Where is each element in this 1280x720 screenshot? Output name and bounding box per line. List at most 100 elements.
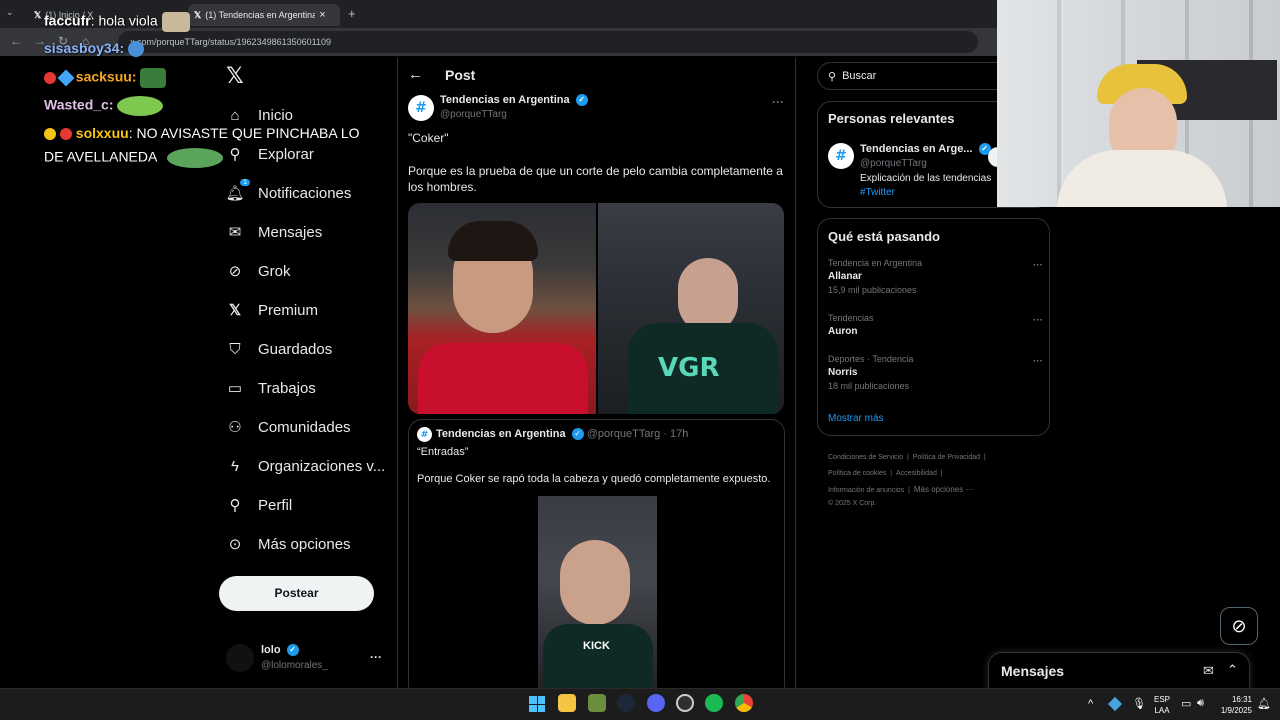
x-logo-icon[interactable]: 𝕏 [226,64,244,89]
trend-more-icon[interactable]: ··· [1033,315,1043,326]
quote-text-line2: Porque Coker se rapó toda la cabeza y qu… [417,473,771,485]
expand-icon[interactable]: ⌃ [1227,662,1238,678]
footer-link[interactable]: Política de cookies [828,470,886,477]
sidebar-item-grok[interactable]: ⊘ Grok [226,262,291,281]
relevant-avatar[interactable]: # [828,143,854,169]
author-avatar[interactable]: # [408,95,434,121]
chrome-icon[interactable] [735,694,753,712]
relevant-tag[interactable]: #Twitter [860,187,895,198]
footer-link[interactable]: Información de anuncios [828,487,904,494]
emote-icon [161,12,190,32]
show-more-link[interactable]: Mostrar más [828,413,884,424]
sidebar-item-inicio[interactable]: ⌂ Inicio [226,106,293,124]
trend-item[interactable]: Deportes · Tendencia Norris 18 mil publi… [828,354,1043,399]
relevant-title: Personas relevantes [828,111,955,126]
app-icon[interactable] [588,694,606,712]
badge-icon [57,69,75,87]
post-more-icon[interactable]: ··· [772,95,784,109]
network-icon[interactable]: ▭ [1181,697,1191,710]
tab-list-button[interactable]: ⌄ [6,7,20,21]
author-handle[interactable]: @porqueTTarg [440,109,507,120]
notification-bell-icon[interactable]: 🔔︎ [1257,697,1271,710]
chat-message: solxxuu: NO AVISASTE QUE PINCHABA LO [44,125,360,141]
trend-more-icon[interactable]: ··· [1033,356,1043,367]
webcam-overlay [997,0,1280,207]
emote-icon [128,41,145,58]
sidebar-item-label: Perfil [258,496,293,514]
sidebar-item-organizaciones[interactable]: ϟ Organizaciones v... [226,457,385,475]
sidebar-item-label: Grok [258,262,291,280]
badge-icon [44,72,56,84]
sidebar-item-notificaciones[interactable]: 🔔︎ 1 Notificaciones [225,179,351,202]
author-name[interactable]: Tendencias en Argentina [440,94,570,106]
sidebar-item-comunidades[interactable]: ⚇ Comunidades [226,418,350,437]
grok-floating-button[interactable]: ⊘ [1220,607,1258,645]
emote-icon [140,68,167,88]
relevant-bio: Explicación de las tendencias [860,173,992,184]
relevant-name[interactable]: Tendencias en Arge... [860,143,972,155]
sidebar-item-label: Premium [258,301,319,319]
account-switcher[interactable]: lolo ✓ @lolomorales_ ··· [226,642,386,676]
clock[interactable]: 16:31 1/9/2025 [1214,694,1252,716]
notification-badge: 1 [240,179,250,186]
badge-icon [59,128,72,141]
footer-link[interactable]: Condiciones de Servicio [828,454,903,461]
account-avatar [226,644,254,672]
sidebar-item-mensajes[interactable]: ✉ Mensajes [226,223,323,242]
footer-link[interactable]: Más opciones ··· [914,485,974,494]
spotify-icon[interactable] [705,694,723,712]
home-icon: ⌂ [230,106,240,124]
sidebar-item-trabajos[interactable]: ▭ Trabajos [226,379,316,398]
close-tab-icon[interactable]: × [319,9,325,21]
emote-icon [117,96,164,116]
quote-image[interactable]: KICK [538,496,657,698]
file-explorer-icon[interactable] [558,694,576,712]
lightning-icon: ϟ [231,457,239,475]
sidebar-item-premium[interactable]: 𝕏 Premium [226,301,319,320]
language-indicator[interactable]: ESP LAA [1154,694,1170,716]
tray-chevron-icon[interactable]: ^ [1088,698,1093,710]
main-right-border [795,58,796,688]
footer-link[interactable]: Política de Privacidad [913,454,980,461]
sidebar-item-label: Explorar [258,145,314,163]
trend-name: Allanar [828,271,862,282]
trend-item[interactable]: Tendencias Auron ··· [828,313,1043,343]
chat-text: : NO AVISASTE QUE PINCHABA LO [128,125,360,141]
volume-icon[interactable]: 🔊︎ [1197,697,1204,710]
trend-count: 15,9 mil publicaciones [828,285,917,295]
new-tab-button[interactable]: + [348,6,356,21]
microphone-icon[interactable]: 🎙︎ [1132,697,1146,710]
steam-icon[interactable] [617,694,635,712]
sidebar-item-perfil[interactable]: ⚲ Perfil [226,496,293,515]
search-icon: ⚲ [229,146,241,163]
post-button[interactable]: Postear [219,576,374,611]
discord-icon[interactable] [647,694,665,712]
x-favicon-icon: 𝕏 [34,9,42,20]
chat-username: faccufr [44,12,91,29]
quote-author-name: Tendencias en Argentina [436,428,566,440]
sidebar-item-explorar[interactable]: ⚲ Explorar [226,145,314,164]
trend-item[interactable]: Tendencia en Argentina Allanar 15,9 mil … [828,258,1043,303]
x-icon: 𝕏 [228,302,242,319]
new-message-icon[interactable]: ✉ [1203,663,1214,679]
post-image-right[interactable]: VGR [598,203,784,414]
post-image-left[interactable] [408,203,596,414]
trend-more-icon[interactable]: ··· [1033,260,1043,271]
windows-start-icon[interactable] [529,696,545,712]
account-more-icon[interactable]: ··· [370,650,382,664]
chat-username: Wasted_c [44,96,109,113]
back-arrow-icon[interactable]: ← [10,34,22,48]
url-bar[interactable]: x.com/porqueTTarg/status/196234986135060… [118,31,978,53]
obs-icon[interactable] [676,694,694,712]
post-text-line2: Porque es la prueba de que un corte de p… [408,164,783,194]
quoted-post-card[interactable]: # Tendencias en Argentina ✓ @porqueTTarg… [408,419,785,699]
sidebar-item-mas-opciones[interactable]: ⊙ Más opciones [226,535,351,554]
back-arrow-icon[interactable]: ← [408,66,423,83]
tab-tendencias[interactable]: 𝕏 (1) Tendencias en Argentina en × [188,4,340,26]
messages-drawer[interactable]: Mensajes ✉ ⌃ [988,652,1250,692]
chat-message: faccufr: hola viola [44,12,190,32]
sidebar-item-guardados[interactable]: ⛉ Guardados [226,340,332,358]
footer-link[interactable]: Accesibilidad [896,470,937,477]
search-icon: ⚲ [828,70,837,83]
trend-count: 18 mil publicaciones [828,381,910,391]
